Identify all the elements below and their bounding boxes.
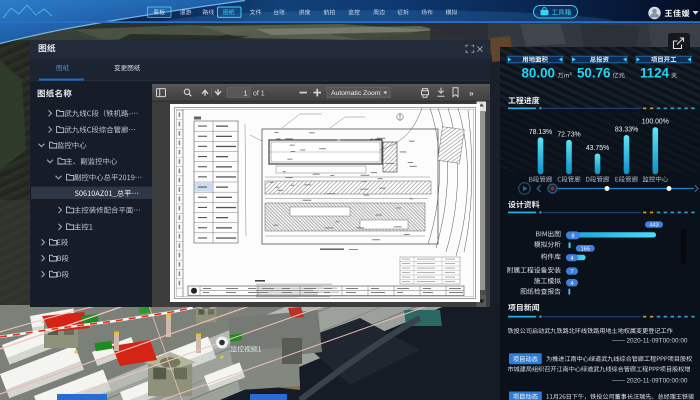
svg-text:443: 443 (649, 223, 658, 229)
svg-text:4: 4 (570, 256, 573, 262)
svg-text:100.00%: 100.00% (642, 119, 669, 126)
svg-text:4: 4 (570, 281, 573, 287)
svg-text:72.73%: 72.73% (557, 131, 580, 138)
svg-text:43.75%: 43.75% (586, 145, 609, 152)
svg-text:1: 1 (244, 90, 248, 97)
svg-text:—— 2020-11-09T00:00:00: —— 2020-11-09T00:00:00 (612, 337, 688, 344)
svg-text:7: 7 (570, 269, 573, 275)
svg-text:80.00: 80.00 (521, 66, 555, 81)
svg-text:»: » (469, 88, 474, 98)
svg-text:1124: 1124 (640, 66, 670, 81)
svg-text:165: 165 (581, 246, 590, 252)
svg-text:8: 8 (571, 234, 574, 240)
svg-text:Automatic Zoom: Automatic Zoom (331, 90, 381, 97)
svg-text:of 1: of 1 (253, 90, 265, 97)
svg-text:83.33%: 83.33% (615, 126, 638, 133)
svg-text:78.13%: 78.13% (529, 129, 552, 136)
svg-text:50.76: 50.76 (577, 66, 611, 81)
svg-text:—— 2020-11-09T00:00:00: —— 2020-11-09T00:00:00 (612, 377, 688, 384)
